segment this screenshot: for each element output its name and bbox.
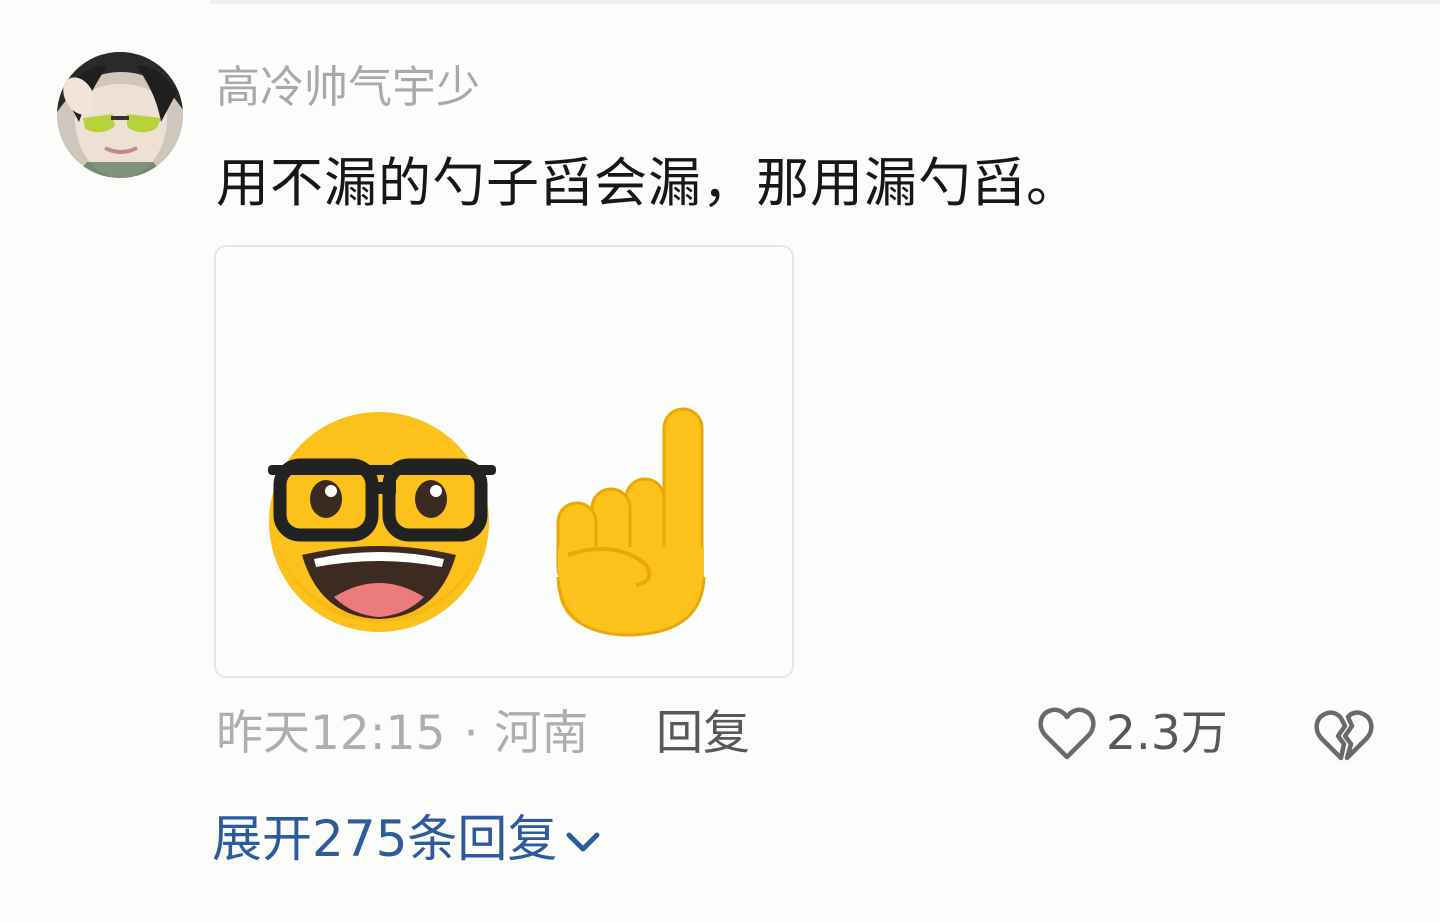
reply-button[interactable]: 回复 [656, 702, 750, 766]
expand-replies-label: 展开275条回复 [212, 810, 558, 868]
comment-meta: 昨天12:15 · 河南 [216, 702, 588, 766]
username[interactable]: 高冷帅气宇少 [216, 58, 480, 118]
broken-heart-icon [1314, 710, 1374, 761]
like-button[interactable]: 2.3万 [1038, 702, 1228, 766]
dislike-button[interactable] [1314, 704, 1374, 764]
comment-screen: 高冷帅气宇少 用不漏的勺子舀会漏，那用漏勺舀。 昨天12:15 · 河南 回复 … [0, 0, 1440, 922]
top-divider [210, 0, 1440, 4]
meta-separator: · [463, 706, 479, 761]
comment-image[interactable] [214, 245, 794, 678]
chevron-down-icon [566, 832, 600, 852]
avatar-image [57, 52, 183, 178]
comment-location: 河南 [494, 706, 589, 761]
like-count: 2.3万 [1106, 706, 1228, 761]
nerd-face-emoji [268, 412, 496, 632]
index-pointing-up-emoji [556, 407, 706, 637]
avatar[interactable] [57, 52, 183, 178]
emoji-image [268, 407, 706, 637]
comment-time: 昨天12:15 [216, 706, 446, 761]
comment-text: 用不漏的勺子舀会漏，那用漏勺舀。 [216, 153, 1080, 214]
heart-outline-icon [1038, 707, 1096, 760]
expand-replies-link[interactable]: 展开275条回复 [212, 806, 601, 872]
